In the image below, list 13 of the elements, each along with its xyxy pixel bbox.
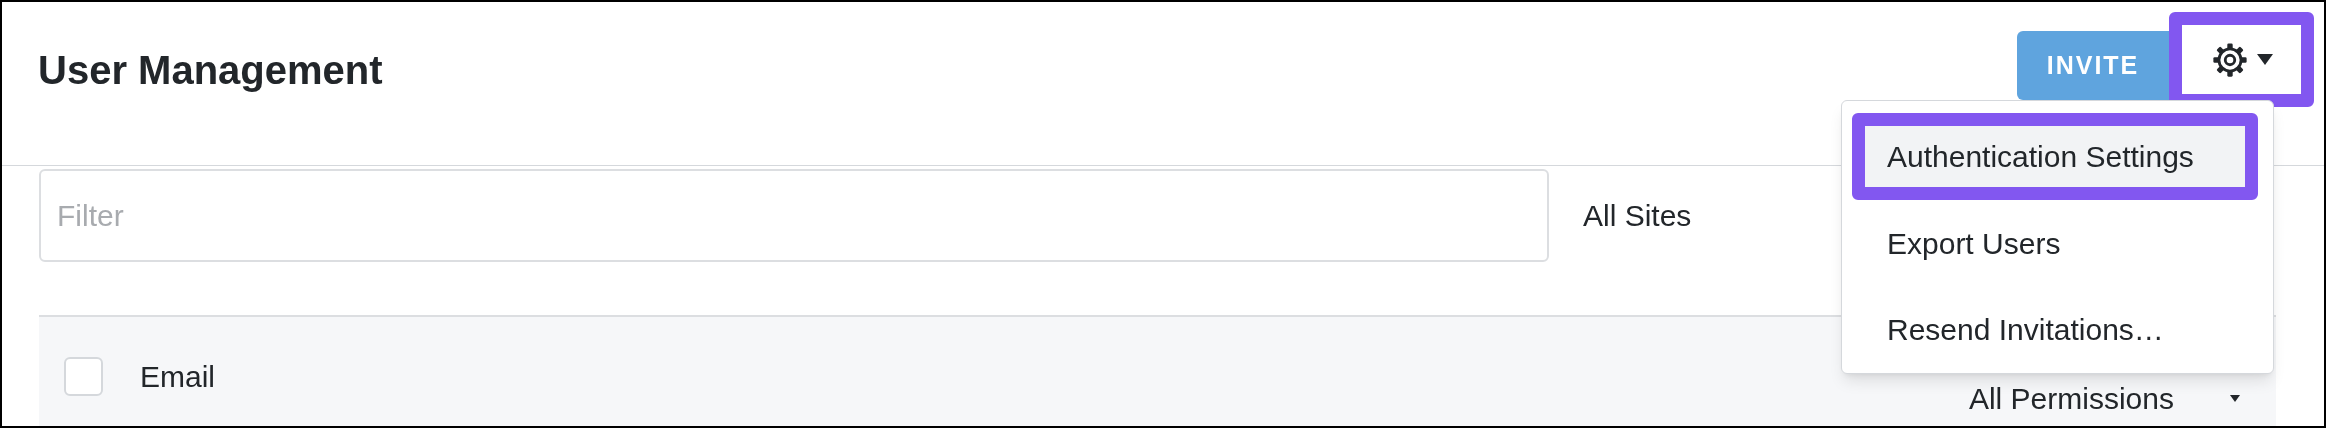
filter-field[interactable]: Filter [39, 169, 1549, 262]
caret-icon [2256, 54, 2273, 65]
column-header[interactable]: Email [140, 353, 215, 399]
permissions-filter[interactable]: All Permissions [1968, 375, 2174, 421]
site-selector[interactable]: All Sites [1583, 193, 1692, 238]
page-title: User Management [38, 47, 383, 94]
menu-item[interactable]: Export Users [1852, 199, 2258, 287]
gear-icon [2210, 40, 2249, 79]
select-all-checkbox[interactable] [64, 356, 103, 396]
caret-icon [2230, 394, 2240, 402]
settings-button[interactable] [2169, 12, 2314, 107]
menu-item[interactable]: Resend Invitations… [1852, 286, 2258, 373]
menu-item[interactable]: Authentication Settings [1852, 113, 2258, 200]
